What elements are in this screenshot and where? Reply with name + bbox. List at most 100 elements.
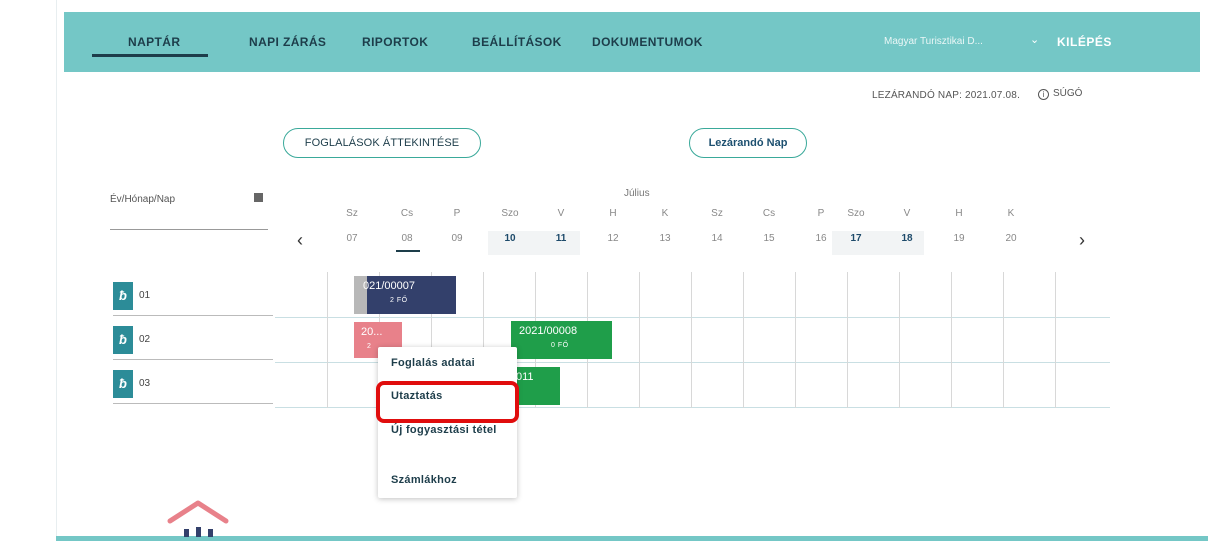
- grid-col-divider: [795, 272, 796, 408]
- day-name: Sz: [346, 208, 358, 219]
- day-date: 15: [763, 233, 775, 244]
- day-column[interactable]: H 19: [939, 208, 979, 244]
- day-name: Szo: [847, 208, 865, 219]
- day-column[interactable]: H 12: [593, 208, 633, 244]
- day-column[interactable]: P 16: [801, 208, 841, 244]
- day-date: 09: [451, 233, 463, 244]
- booking-id: 2021/00008: [519, 325, 578, 337]
- grid-col-divider: [743, 272, 744, 408]
- booking-block[interactable]: 2021/00008 0 FŐ: [511, 321, 612, 359]
- calendar-icon[interactable]: [254, 193, 263, 202]
- day-column[interactable]: Sz 07: [332, 208, 372, 244]
- day-column[interactable]: V 11: [541, 208, 581, 244]
- day-date: 08: [401, 233, 413, 244]
- day-name: K: [1007, 208, 1015, 219]
- info-icon: i: [1038, 89, 1049, 100]
- day-date: 07: [346, 233, 358, 244]
- nav-active-indicator: [92, 54, 208, 57]
- booking-persons: 2 FŐ: [390, 297, 408, 304]
- booking-block[interactable]: 021/00007 2 FŐ: [354, 276, 456, 314]
- booking-persons: 2: [367, 343, 372, 350]
- day-column[interactable]: P 09: [437, 208, 477, 244]
- account-selector[interactable]: Magyar Turisztikai D...: [884, 36, 983, 47]
- day-name: H: [955, 208, 963, 219]
- room-number: 01: [139, 290, 151, 301]
- bookings-overview-button[interactable]: FOGLALÁSOK ÁTTEKINTÉSE: [283, 128, 481, 158]
- highlight-box: [376, 381, 519, 423]
- day-column[interactable]: Cs 15: [749, 208, 789, 244]
- nav-naptar[interactable]: NAPTÁR: [128, 35, 180, 49]
- day-column[interactable]: K 20: [991, 208, 1031, 244]
- month-label: Július: [624, 188, 650, 199]
- day-column[interactable]: Szo 10: [490, 208, 530, 244]
- day-date: 20: [1005, 233, 1017, 244]
- nav-napi-zaras[interactable]: NAPI ZÁRÁS: [249, 35, 326, 49]
- day-name: Szo: [501, 208, 519, 219]
- grid-col-divider: [1055, 272, 1056, 408]
- menu-item-new-consumption[interactable]: Új fogyasztási tétel: [391, 422, 501, 439]
- room-row[interactable]: ƀ 02: [113, 322, 273, 360]
- nav-riportok[interactable]: RIPORTOK: [362, 35, 428, 49]
- help-link[interactable]: i SÚGÓ: [1038, 88, 1082, 100]
- room-row[interactable]: ƀ 01: [113, 278, 273, 316]
- grid-col-divider: [327, 272, 328, 408]
- menu-item-invoices[interactable]: Számlákhoz: [391, 472, 457, 489]
- day-date: 12: [607, 233, 619, 244]
- day-date: 19: [953, 233, 965, 244]
- day-date: 18: [901, 233, 913, 244]
- day-date: 17: [850, 233, 862, 244]
- date-placeholder: Év/Hónap/Nap: [110, 194, 176, 205]
- nav-beallitasok[interactable]: BEÁLLÍTÁSOK: [472, 35, 562, 49]
- prev-arrow-icon[interactable]: ‹: [297, 230, 303, 251]
- grid-col-divider: [691, 272, 692, 408]
- closing-day-button[interactable]: Lezárandó Nap: [689, 128, 807, 158]
- room-row[interactable]: ƀ 03: [113, 366, 273, 404]
- key-icon: ƀ: [113, 326, 133, 354]
- booking-id: 021/00007: [363, 280, 415, 292]
- day-name: V: [557, 208, 565, 219]
- app-frame: NAPTÁR NAPI ZÁRÁS RIPORTOK BEÁLLÍTÁSOK D…: [0, 0, 1208, 541]
- booking-persons: 0 FŐ: [551, 342, 569, 349]
- chevron-down-icon[interactable]: ⌄: [1030, 33, 1039, 46]
- day-name: Sz: [711, 208, 723, 219]
- house-logo-icon: [167, 500, 229, 537]
- day-date: 13: [659, 233, 671, 244]
- grid-col-divider: [1003, 272, 1004, 408]
- grid-col-divider: [899, 272, 900, 408]
- day-name: K: [661, 208, 669, 219]
- today-indicator: [396, 250, 420, 252]
- grid-col-divider: [951, 272, 952, 408]
- day-name: V: [903, 208, 911, 219]
- day-date: 11: [555, 233, 567, 244]
- date-input[interactable]: Év/Hónap/Nap: [110, 190, 268, 230]
- room-number: 02: [139, 334, 151, 345]
- day-date: 14: [711, 233, 723, 244]
- day-name: P: [453, 208, 461, 219]
- day-name: P: [817, 208, 825, 219]
- room-number: 03: [139, 378, 151, 389]
- day-name: Cs: [762, 208, 776, 219]
- day-date: 16: [815, 233, 827, 244]
- logout-button[interactable]: KILÉPÉS: [1057, 35, 1112, 49]
- day-date: 10: [504, 233, 516, 244]
- key-icon: ƀ: [113, 282, 133, 310]
- booking-id: 20...: [361, 326, 383, 338]
- day-column[interactable]: Szo 17: [836, 208, 876, 244]
- content-border: [56, 0, 1208, 541]
- booking-id: 011: [516, 371, 534, 383]
- closing-day-label: LEZÁRANDÓ NAP: 2021.07.08.: [872, 90, 1021, 101]
- day-column[interactable]: V 18: [887, 208, 927, 244]
- day-column[interactable]: Cs 08: [387, 208, 427, 244]
- nav-dokumentumok[interactable]: DOKUMENTUMOK: [592, 35, 703, 49]
- grid-col-divider: [847, 272, 848, 408]
- day-column[interactable]: K 13: [645, 208, 685, 244]
- day-name: Cs: [400, 208, 414, 219]
- grid-row-divider: [275, 317, 1110, 318]
- help-label: SÚGÓ: [1053, 88, 1083, 99]
- day-name: H: [609, 208, 617, 219]
- day-column[interactable]: Sz 14: [697, 208, 737, 244]
- key-icon: ƀ: [113, 370, 133, 398]
- next-arrow-icon[interactable]: ›: [1079, 230, 1085, 251]
- menu-item-booking-details[interactable]: Foglalás adatai: [391, 355, 475, 372]
- grid-col-divider: [639, 272, 640, 408]
